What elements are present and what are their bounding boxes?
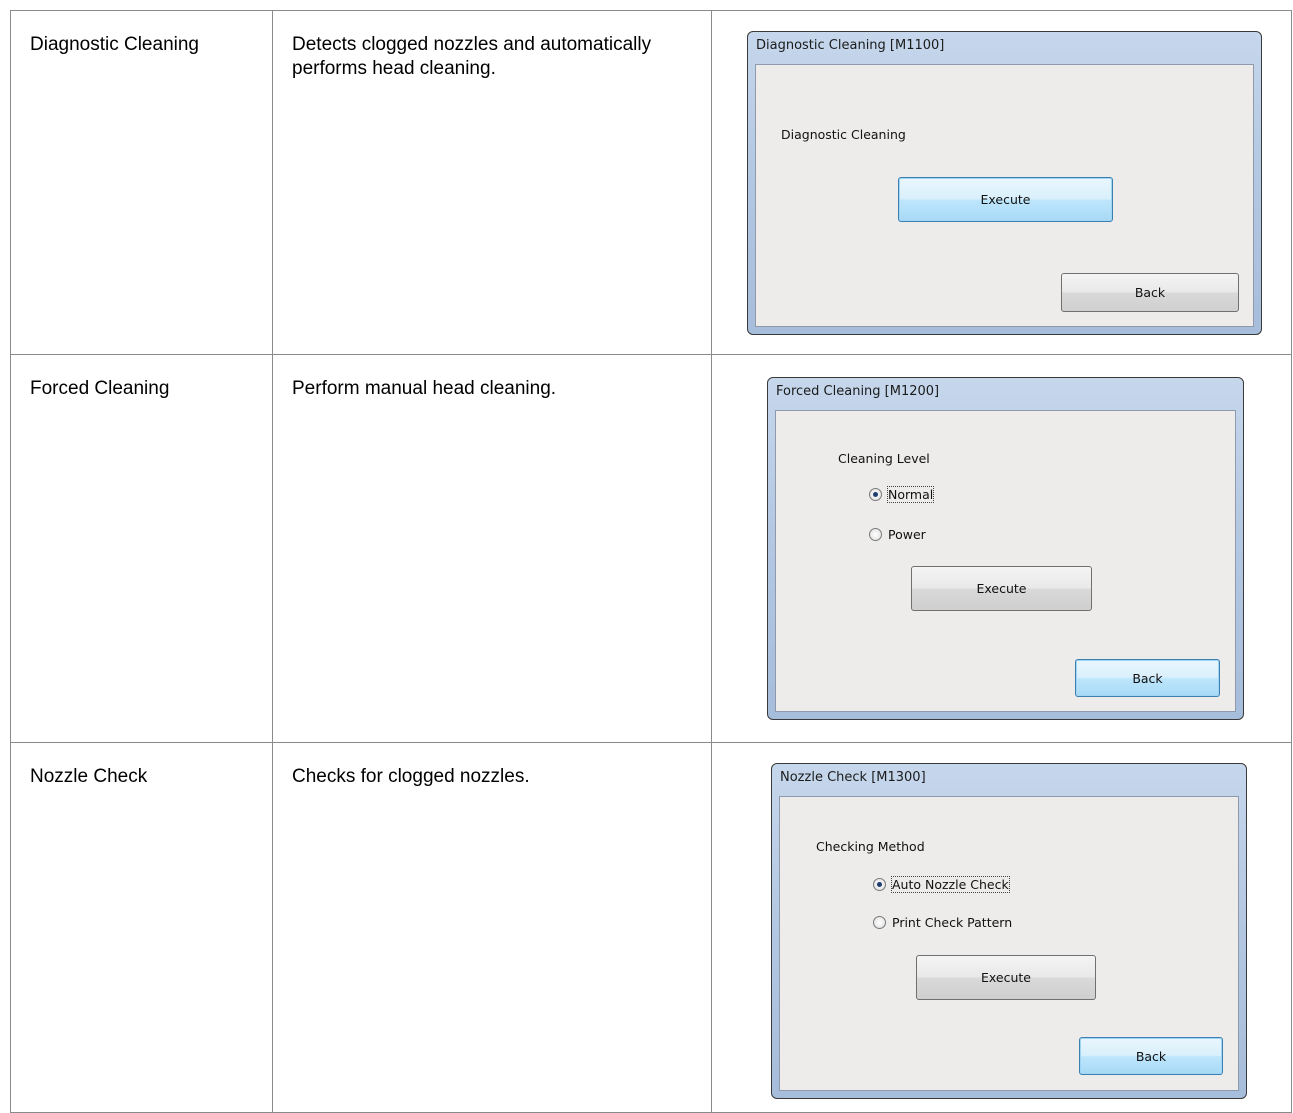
function-name-cell: Diagnostic Cleaning	[10, 10, 273, 355]
cleaning-level-label: Cleaning Level	[838, 451, 930, 466]
function-description: Detects clogged nozzles and automaticall…	[292, 34, 652, 79]
table-row: Nozzle Check Checks for clogged nozzles.…	[10, 742, 1292, 1113]
function-name: Forced Cleaning	[30, 378, 170, 399]
function-description-cell: Perform manual head cleaning.	[272, 354, 712, 743]
back-button[interactable]: Back	[1079, 1037, 1223, 1075]
table-row: Diagnostic Cleaning Detects clogged nozz…	[10, 10, 1292, 355]
function-description: Perform manual head cleaning.	[292, 378, 557, 399]
radio-unchecked-icon[interactable]	[873, 916, 886, 929]
screenshot-cell: Nozzle Check [M1300] Checking Method Aut…	[711, 742, 1292, 1113]
function-name-cell: Forced Cleaning	[10, 354, 273, 743]
dialog-body: Checking Method Auto Nozzle Check Print …	[779, 796, 1239, 1091]
dialog-body: Cleaning Level Normal Power Execute Back	[775, 410, 1236, 712]
dialog-label: Diagnostic Cleaning	[781, 127, 906, 142]
radio-option-label: Print Check Pattern	[892, 915, 1013, 930]
dialog-title: Diagnostic Cleaning [M1100]	[756, 38, 945, 53]
function-description-cell: Checks for clogged nozzles.	[272, 742, 712, 1113]
execute-button[interactable]: Execute	[916, 955, 1096, 1000]
back-button[interactable]: Back	[1075, 659, 1220, 697]
table-row: Forced Cleaning Perform manual head clea…	[10, 354, 1292, 743]
radio-option-normal[interactable]: Normal	[869, 486, 935, 503]
radio-option-label: Normal	[886, 486, 935, 503]
dialog-title: Forced Cleaning [M1200]	[776, 384, 940, 399]
radio-option-power[interactable]: Power	[869, 527, 926, 542]
radio-option-label: Power	[888, 527, 926, 542]
screenshot-cell: Diagnostic Cleaning [M1100] Diagnostic C…	[711, 10, 1292, 355]
radio-option-auto-nozzle-check[interactable]: Auto Nozzle Check	[873, 876, 1010, 893]
diagnostic-cleaning-dialog: Diagnostic Cleaning [M1100] Diagnostic C…	[747, 31, 1262, 335]
function-description-cell: Detects clogged nozzles and automaticall…	[272, 10, 712, 355]
checking-method-label: Checking Method	[816, 839, 925, 854]
forced-cleaning-dialog: Forced Cleaning [M1200] Cleaning Level N…	[767, 377, 1244, 720]
radio-option-print-check-pattern[interactable]: Print Check Pattern	[873, 915, 1012, 930]
execute-button[interactable]: Execute	[911, 566, 1092, 611]
function-name: Nozzle Check	[30, 766, 148, 787]
function-name: Diagnostic Cleaning	[30, 34, 199, 55]
function-name-cell: Nozzle Check	[10, 742, 273, 1113]
radio-unchecked-icon[interactable]	[869, 528, 882, 541]
back-button[interactable]: Back	[1061, 273, 1239, 312]
radio-checked-icon[interactable]	[873, 878, 886, 891]
dialog-body: Diagnostic Cleaning Execute Back	[755, 64, 1254, 327]
function-description: Checks for clogged nozzles.	[292, 766, 530, 787]
dialog-title: Nozzle Check [M1300]	[780, 770, 926, 785]
execute-button[interactable]: Execute	[898, 177, 1113, 222]
function-table: Diagnostic Cleaning Detects clogged nozz…	[10, 10, 1292, 1113]
screenshot-cell: Forced Cleaning [M1200] Cleaning Level N…	[711, 354, 1292, 743]
nozzle-check-dialog: Nozzle Check [M1300] Checking Method Aut…	[771, 763, 1247, 1099]
radio-option-label: Auto Nozzle Check	[891, 876, 1010, 893]
radio-checked-icon[interactable]	[869, 488, 882, 501]
